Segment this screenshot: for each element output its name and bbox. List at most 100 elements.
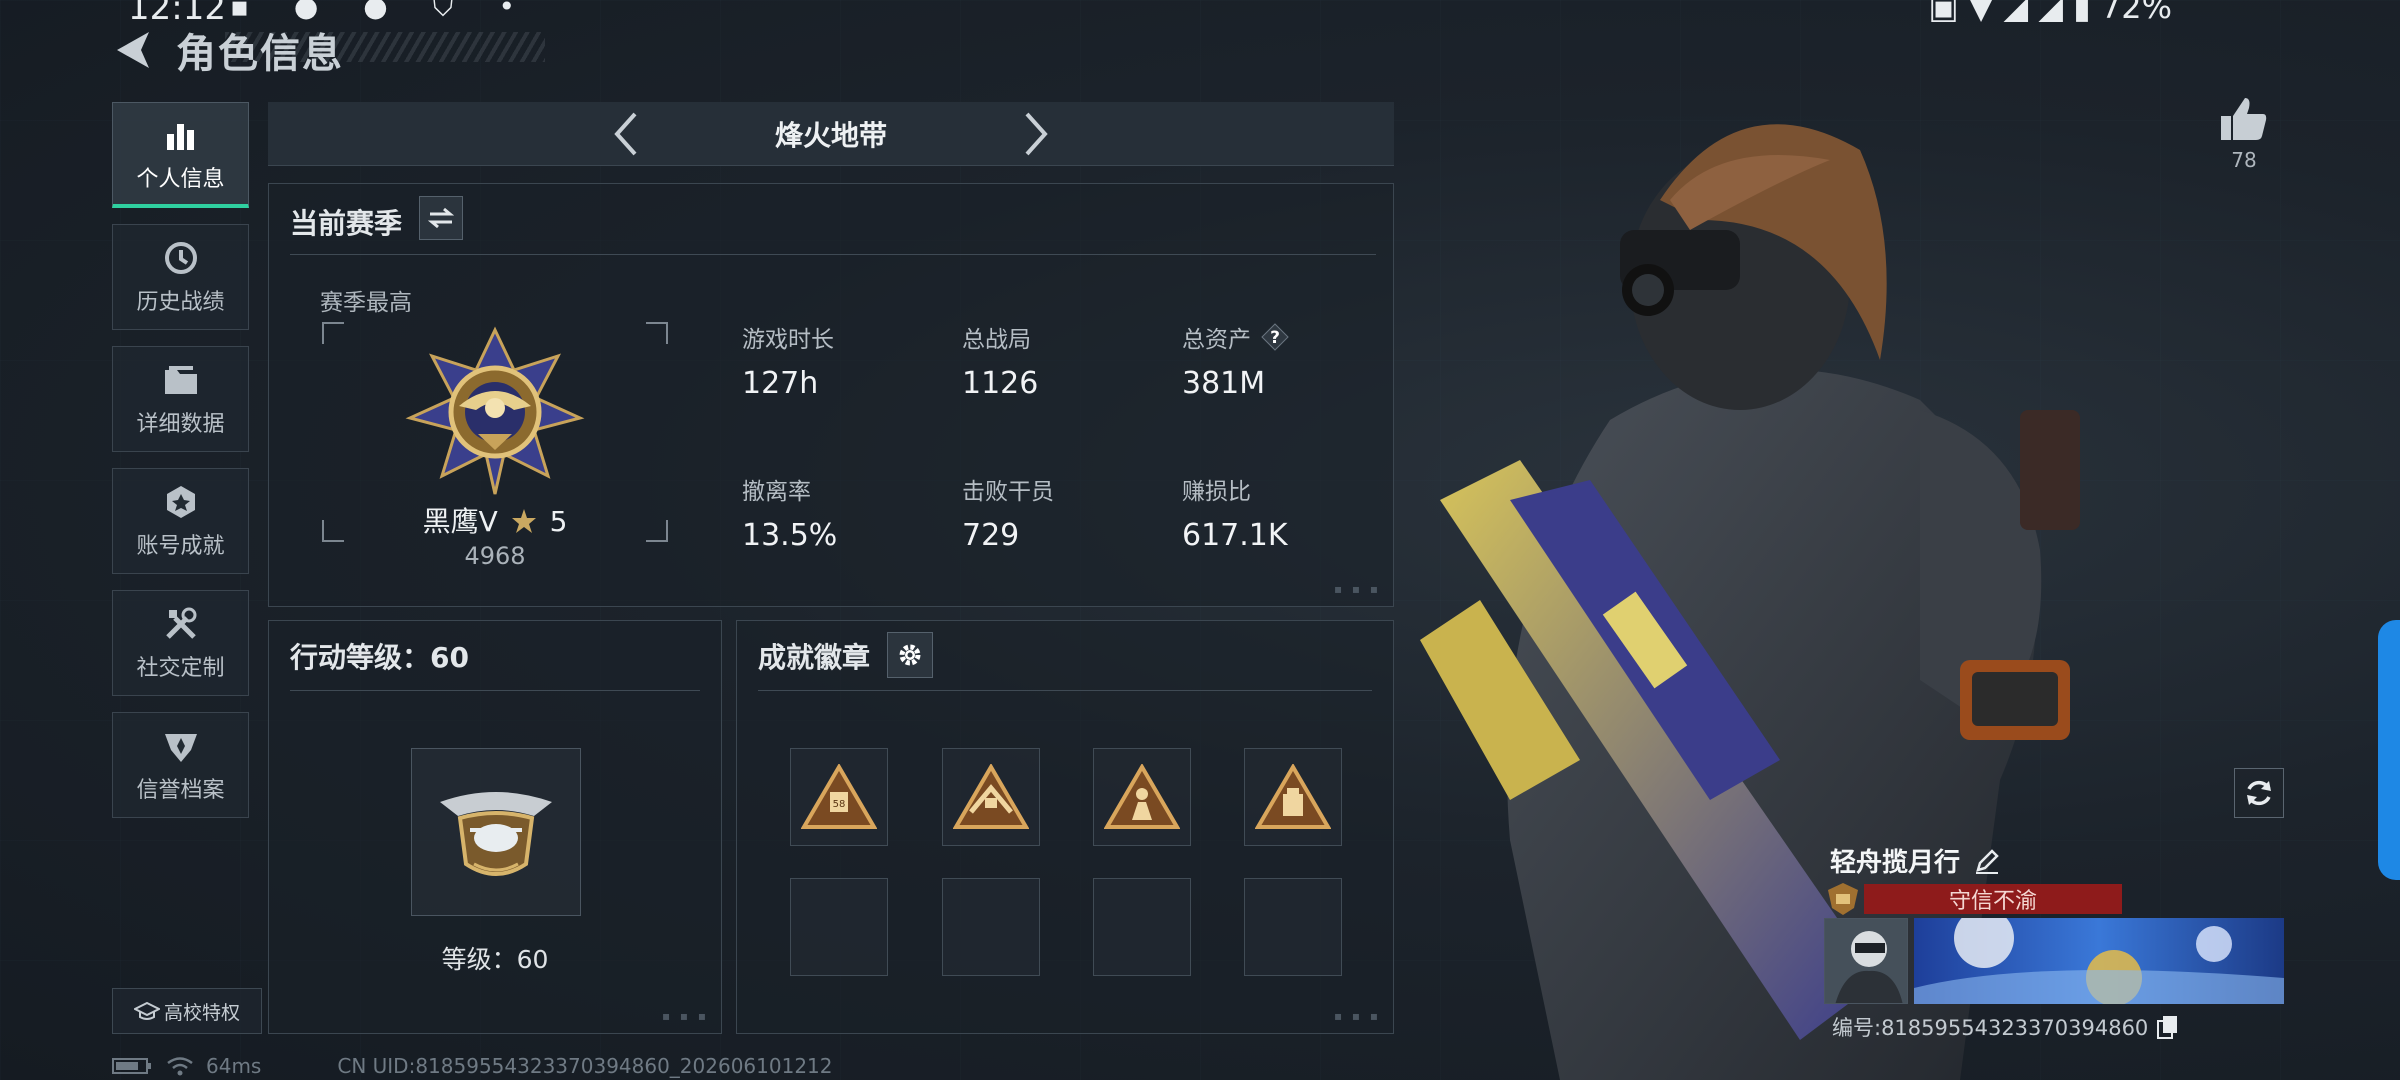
- nav-label: 社交定制: [136, 656, 225, 681]
- stat-play-time: 游戏时长 127h: [742, 320, 834, 401]
- side-nav: 个人信息 历史战绩 详细数据 账号成就 社交定制 信誉档案: [112, 102, 249, 834]
- refresh-button[interactable]: [2234, 768, 2284, 818]
- badge-triangle-icon: 58: [801, 764, 877, 829]
- pencil-icon: [1976, 848, 1999, 874]
- thumbs-up-icon: [2221, 98, 2267, 140]
- player-id-row: 编号:81859554323370394860: [1832, 1012, 2180, 1042]
- gear-icon: [899, 644, 921, 666]
- refresh-icon: [2247, 780, 2271, 806]
- copy-id-button[interactable]: [2156, 1015, 2180, 1039]
- rank-name: 黑鹰V 5: [322, 500, 668, 540]
- signal-icons: ▣ ▼ ◢ ◢ ▮: [1928, 0, 2101, 26]
- achievement-badge[interactable]: [1093, 748, 1191, 846]
- campus-privilege-button[interactable]: 高校特权: [112, 988, 262, 1034]
- stat-value: 729: [962, 518, 1020, 553]
- stat-label-row: 总资产 ?: [1182, 320, 1289, 354]
- badge-settings-button[interactable]: [887, 632, 933, 678]
- campus-privilege-label: 高校特权: [163, 1001, 240, 1024]
- achievements-title: 成就徽章: [758, 641, 871, 674]
- achievement-badge-empty[interactable]: [942, 878, 1040, 976]
- season-title: 当前赛季: [290, 207, 403, 240]
- help-icon[interactable]: ?: [1261, 323, 1289, 351]
- svg-text:?: ?: [1270, 328, 1280, 348]
- rank-emblem-icon: [405, 326, 585, 495]
- mode-next-button[interactable]: [1011, 109, 1061, 159]
- stat-label: 赚损比: [1182, 479, 1251, 505]
- achievement-badge-empty[interactable]: [790, 878, 888, 976]
- battery-percent: 72%: [2100, 0, 2172, 26]
- like-button[interactable]: 78: [2216, 96, 2272, 172]
- badge-triangle-icon: [1104, 764, 1180, 829]
- nav-item-credit[interactable]: 信誉档案: [112, 712, 249, 818]
- stat-value: 1126: [962, 366, 1039, 401]
- achievement-badge[interactable]: [1244, 748, 1342, 846]
- stat-label: 总资产: [1182, 327, 1251, 353]
- badge-triangle-icon: [1255, 764, 1331, 829]
- player-name: 轻舟揽月行: [1830, 848, 1961, 878]
- achievement-icon: [161, 482, 201, 522]
- history-clock-icon: [161, 238, 201, 278]
- stat-value: 617.1K: [1182, 518, 1288, 553]
- banner-image: [1914, 918, 2284, 1004]
- stat-total-assets: 总资产 ? 381M: [1182, 320, 1289, 401]
- battery-icon: [112, 1058, 151, 1074]
- mode-prev-button[interactable]: [601, 109, 651, 159]
- achievement-badge-empty[interactable]: [1244, 878, 1342, 976]
- page-title: 角色信息: [176, 31, 344, 77]
- back-button[interactable]: [110, 28, 154, 72]
- rank-stars: 5: [549, 505, 568, 538]
- stat-label: 撤离率: [742, 479, 811, 505]
- panel-divider: [290, 690, 700, 691]
- swap-arrows-icon: [428, 207, 454, 229]
- status-bar: 12:12 ▪ ● ● ⛉ • ▣ ▼ ◢ ◢ ▮ 72%: [0, 0, 2400, 28]
- copy-icon: [2157, 1016, 2178, 1039]
- back-arrow-icon: [117, 32, 149, 68]
- star-icon: [511, 509, 536, 533]
- avatar[interactable]: [1824, 918, 1908, 1004]
- stat-value: 13.5%: [742, 518, 838, 553]
- shield-emblem-icon: [161, 726, 201, 766]
- nav-label: 详细数据: [136, 412, 225, 437]
- header: 角色信息: [110, 22, 344, 78]
- season-best-label: 赛季最高: [320, 290, 412, 316]
- folder-icon: [161, 360, 201, 400]
- nav-label: 账号成就: [136, 534, 225, 559]
- nav-label: 历史战绩: [136, 290, 225, 315]
- profile-banner[interactable]: [1914, 918, 2284, 1004]
- achievement-badge[interactable]: 58: [790, 748, 888, 846]
- stat-extraction-rate: 撤离率 13.5%: [742, 472, 837, 553]
- rank-score: 4968: [464, 542, 526, 570]
- stat-total-matches: 总战局 1126: [962, 320, 1038, 401]
- chevron-right-icon: [1025, 112, 1048, 155]
- stat-label: 击败干员: [962, 479, 1054, 505]
- achievement-badge[interactable]: [942, 748, 1040, 846]
- credit-shield-icon: [1828, 883, 1858, 915]
- rank-title: 黑鹰V: [422, 505, 498, 538]
- stat-value: 381M: [1182, 366, 1266, 401]
- footer-info: 64ms CN UID:81859554323370394860_2026061…: [112, 1054, 833, 1078]
- nav-item-achievements[interactable]: 账号成就: [112, 468, 249, 574]
- season-switch-button[interactable]: [419, 196, 463, 240]
- nav-item-personal-info[interactable]: 个人信息: [112, 102, 249, 208]
- edge-pull-tab[interactable]: [2378, 620, 2400, 880]
- ping-value: 64ms: [206, 1054, 262, 1078]
- credit-status: 守信不渝: [1826, 882, 2122, 916]
- nav-item-history[interactable]: 历史战绩: [112, 224, 249, 330]
- stat-label: 游戏时长: [742, 327, 834, 353]
- nav-item-social[interactable]: 社交定制: [112, 590, 249, 696]
- like-count: 78: [2231, 148, 2257, 172]
- nav-label: 个人信息: [136, 166, 225, 192]
- mode-title: 烽火地带: [774, 118, 887, 152]
- tools-icon: [161, 604, 201, 644]
- bar-chart-icon: [161, 115, 201, 155]
- nav-item-detail-data[interactable]: 详细数据: [112, 346, 249, 452]
- achievement-badge-empty[interactable]: [1093, 878, 1191, 976]
- status-right: ▣ ▼ ◢ ◢ ▮ 72%: [1928, 0, 2172, 26]
- stat-value: 127h: [742, 366, 819, 401]
- edit-name-button[interactable]: [1972, 846, 2002, 876]
- mode-selector: 烽火地带: [268, 102, 1394, 166]
- wifi-icon: [167, 1057, 193, 1076]
- nav-label: 信誉档案: [136, 778, 225, 803]
- stat-label: 总战局: [962, 327, 1031, 353]
- graduation-cap-icon: [133, 1001, 160, 1020]
